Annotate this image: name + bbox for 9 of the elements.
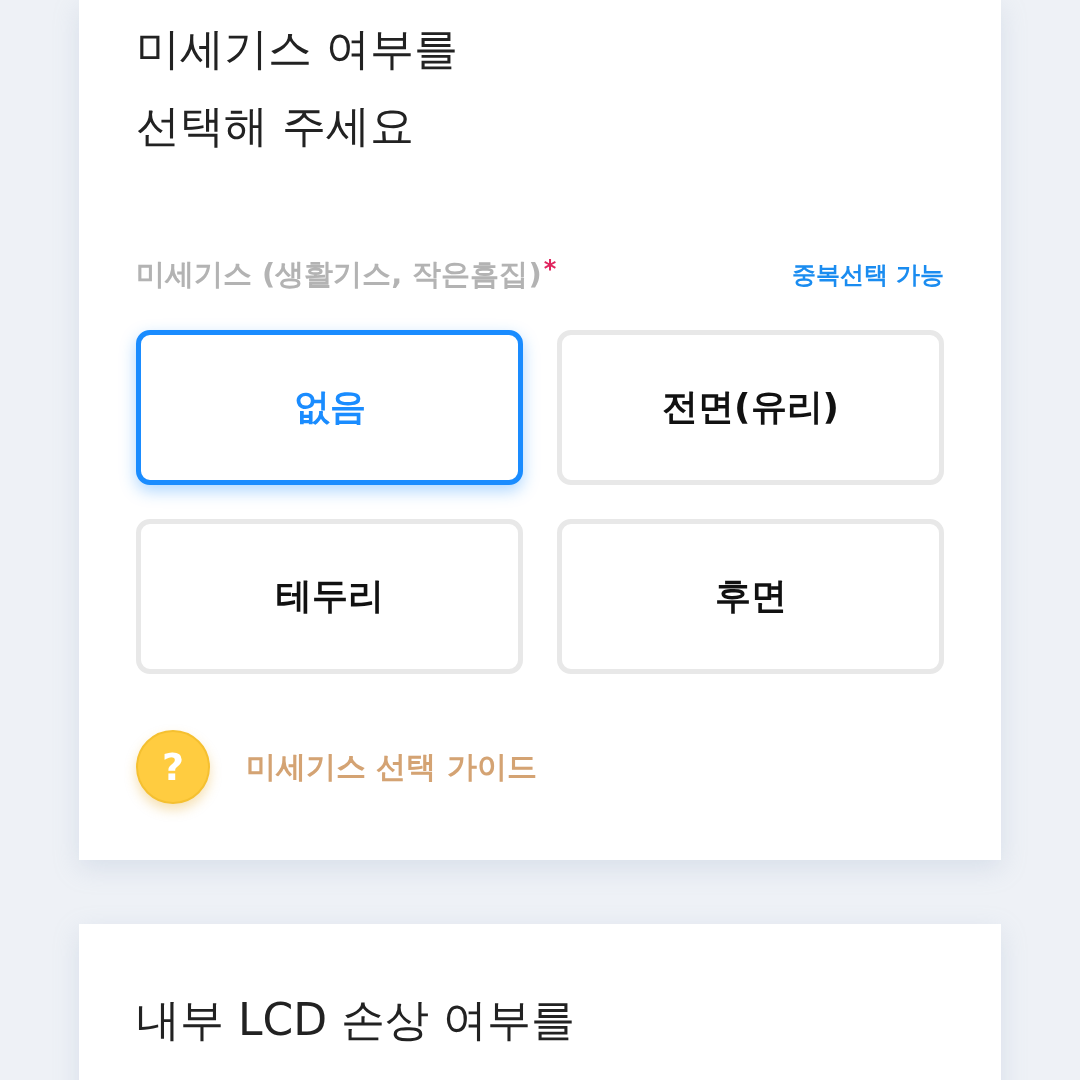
- option-button[interactable]: 후면: [557, 519, 944, 674]
- multi-select-hint: 중복선택 가능: [791, 260, 944, 291]
- option-button[interactable]: 전면(유리): [557, 330, 944, 485]
- question-title: 내부 LCD 손상 여부를: [136, 993, 577, 1047]
- question-title: 선택해 주세요: [136, 99, 415, 153]
- question-title: 미세기스 여부를: [136, 22, 459, 76]
- required-mark: *: [543, 255, 557, 283]
- option-button[interactable]: 테두리: [136, 519, 523, 674]
- field-label: 미세기스 (생활기스, 작은흠집)*: [136, 255, 557, 293]
